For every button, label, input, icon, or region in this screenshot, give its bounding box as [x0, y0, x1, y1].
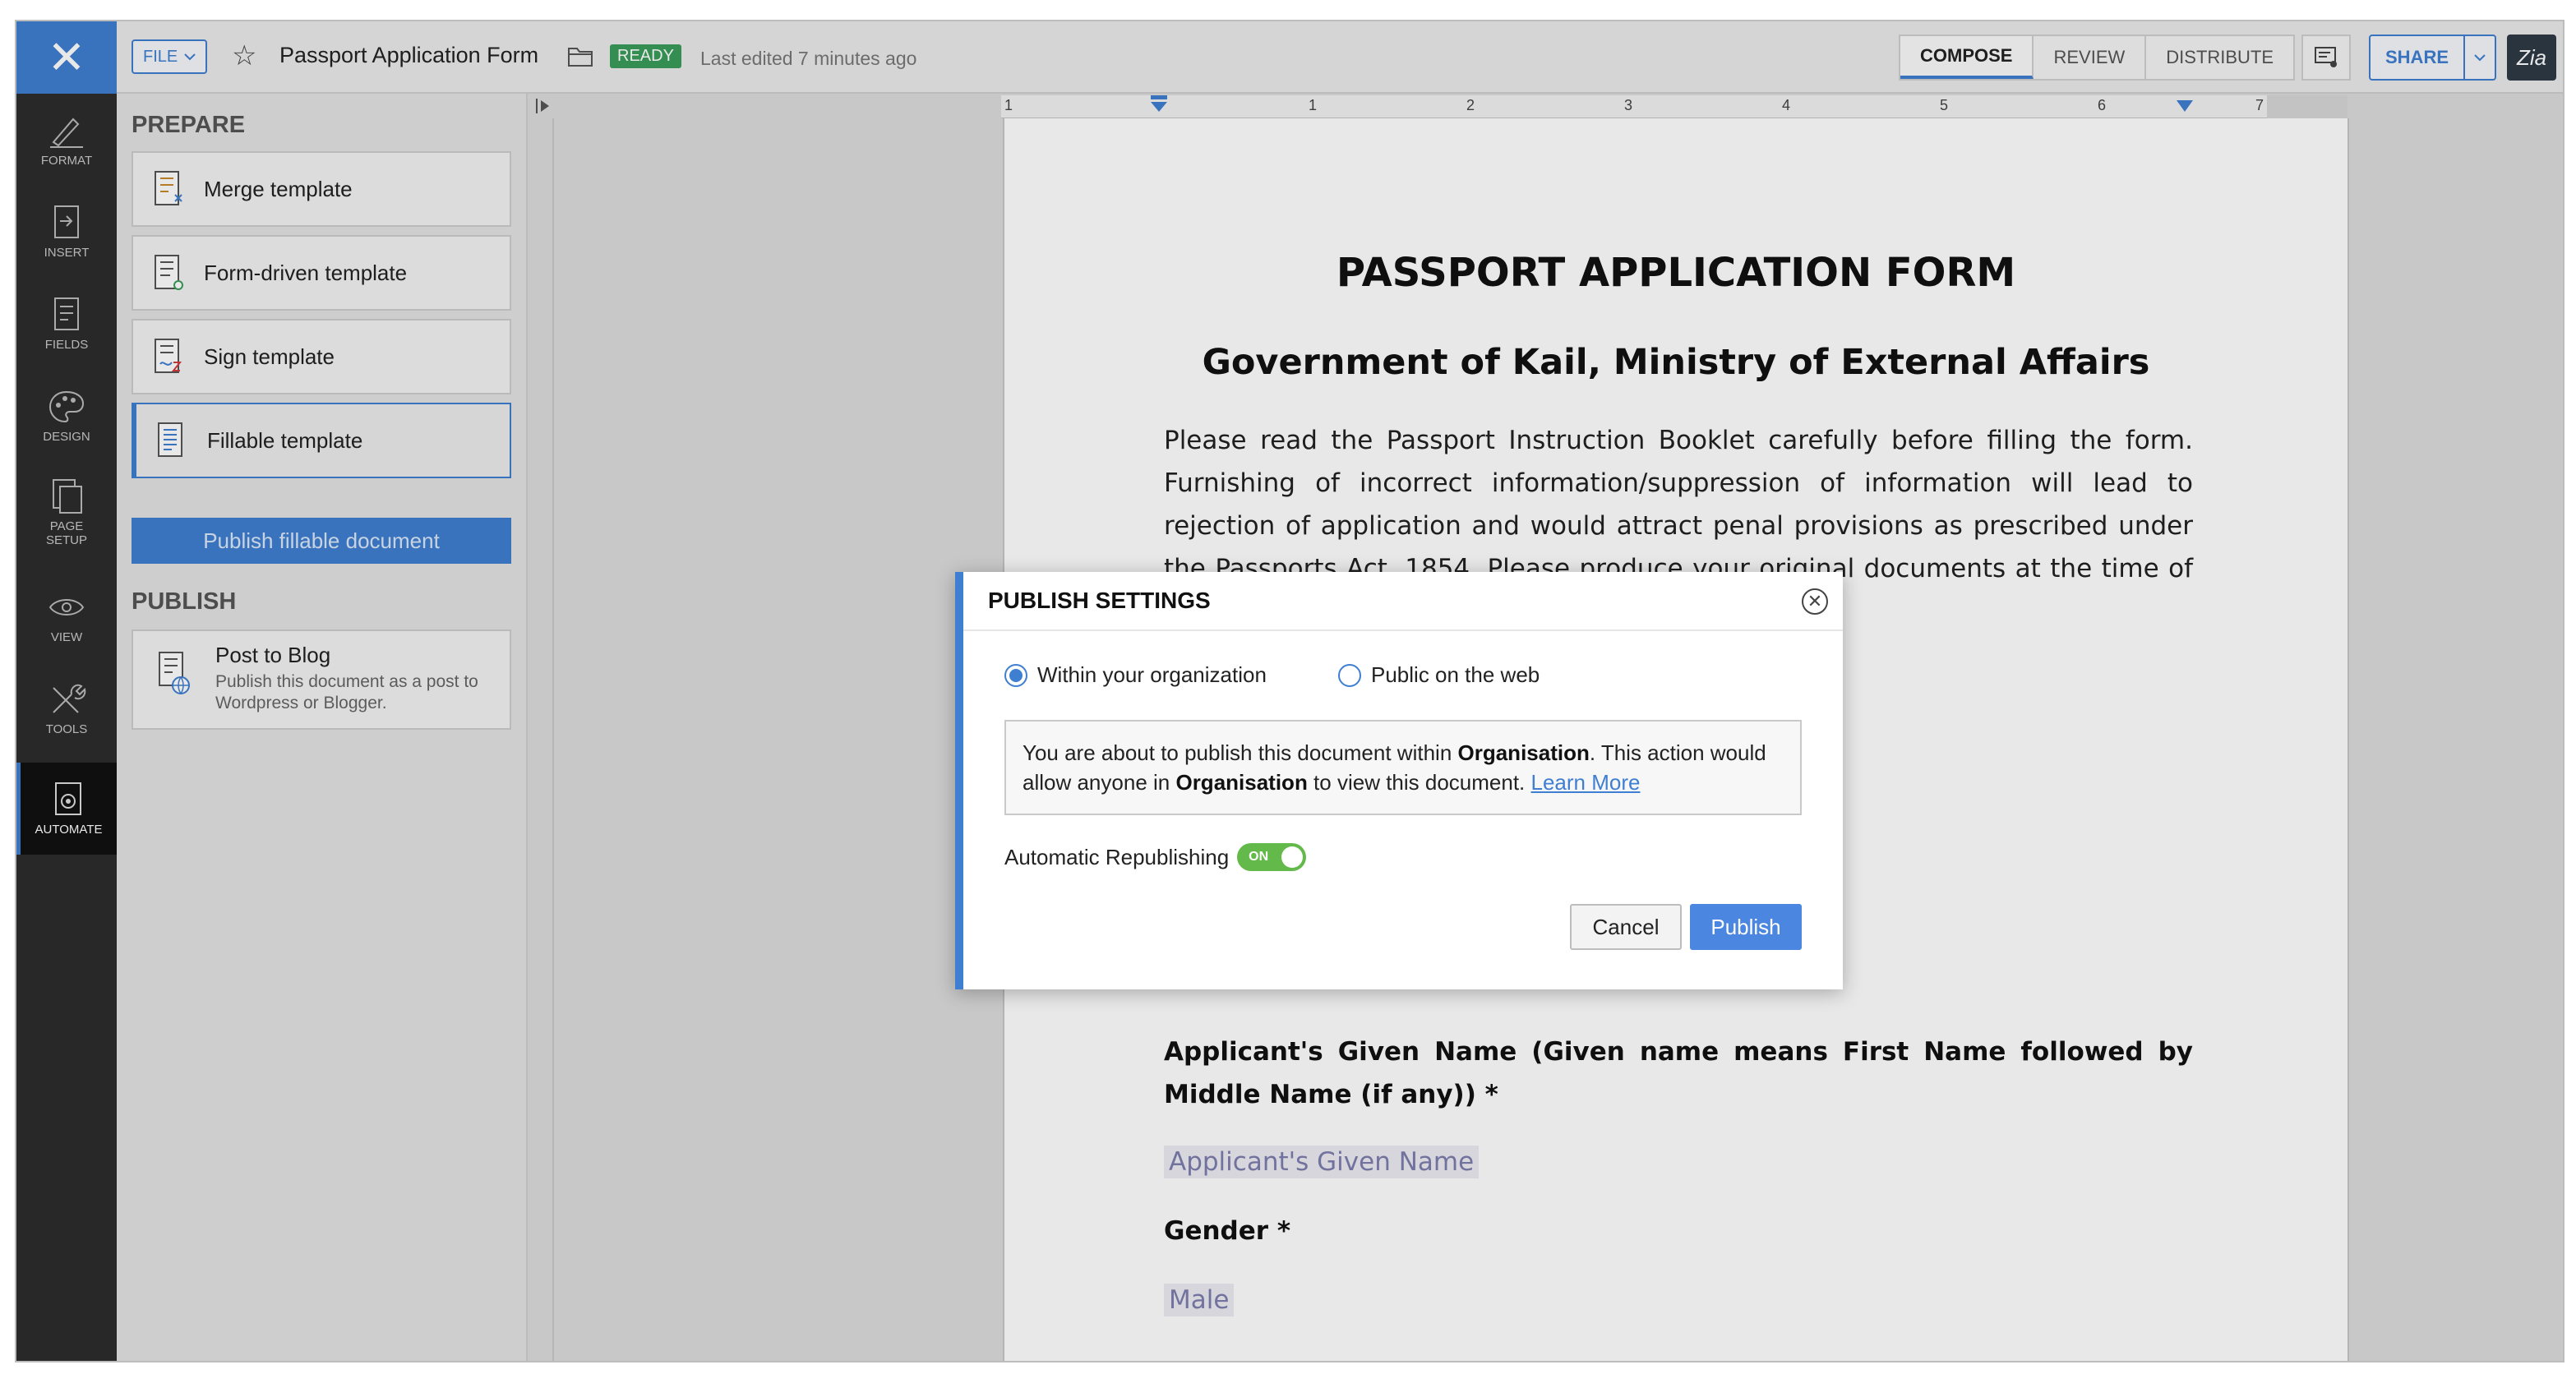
radio-public-on-web[interactable]: Public on the web: [1338, 662, 1540, 688]
radio-public-on-web-label: Public on the web: [1371, 662, 1540, 687]
info-text: You are about to publish this document w…: [1023, 740, 1458, 765]
radio-within-organization[interactable]: Within your organization: [1004, 662, 1267, 688]
toggle-knob[interactable]: [1281, 846, 1304, 868]
dialog-title: PUBLISH SETTINGS: [963, 572, 1843, 631]
info-text: to view this document.: [1307, 770, 1531, 795]
radio-within-organization-label: Within your organization: [1037, 662, 1267, 687]
automatic-republishing-label: Automatic Republishing: [1004, 844, 1230, 869]
cancel-button[interactable]: Cancel: [1570, 904, 1682, 950]
automatic-republishing-row: Automatic Republishing ON: [1004, 843, 1307, 871]
info-org-name: Organisation: [1175, 770, 1308, 795]
automatic-republishing-toggle[interactable]: ON: [1237, 843, 1307, 871]
publish-info-box: You are about to publish this document w…: [1004, 720, 1802, 815]
learn-more-link[interactable]: Learn More: [1531, 770, 1641, 795]
close-icon[interactable]: ✕: [1802, 588, 1828, 615]
publish-button[interactable]: Publish: [1690, 904, 1802, 950]
info-org-name: Organisation: [1457, 740, 1590, 765]
toggle-state-label: ON: [1249, 850, 1269, 864]
radio-unselected-icon[interactable]: [1338, 663, 1361, 687]
publish-settings-dialog: PUBLISH SETTINGS ✕ Within your organizat…: [955, 572, 1843, 989]
radio-selected-icon[interactable]: [1004, 663, 1027, 687]
app-window: ✕ FILE ☆ Passport Application Form READY…: [15, 20, 2564, 1362]
